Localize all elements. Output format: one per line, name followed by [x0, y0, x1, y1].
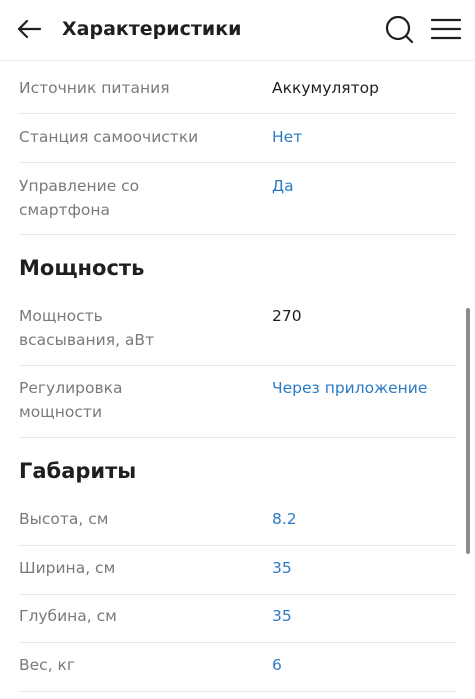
spec-row-depth: Глубина, см 35: [19, 595, 456, 643]
spec-value-link[interactable]: Через приложение: [272, 376, 456, 400]
specs-list[interactable]: Источник питания Аккумулятор Станция сам…: [0, 61, 475, 699]
spec-label: Источник питания: [19, 79, 170, 97]
page-title: Характеристики: [62, 18, 242, 40]
back-button[interactable]: [14, 14, 44, 44]
menu-button[interactable]: [430, 14, 462, 44]
spec-value-link[interactable]: Да: [272, 174, 456, 198]
spec-row-width: Ширина, см 35: [19, 546, 456, 595]
spec-label: Вес, кг: [19, 656, 76, 674]
spec-label: Управление со смартфона: [19, 177, 140, 219]
spec-value-link[interactable]: 35: [272, 556, 456, 580]
top-bar: Характеристики: [0, 0, 475, 61]
spec-row-weight: Вес, кг 6: [19, 643, 456, 692]
spec-label: Глубина, см: [19, 607, 117, 625]
arrow-left-icon: [17, 19, 42, 39]
spec-value-link[interactable]: Нет: [272, 125, 456, 149]
spec-value-link[interactable]: 8.2: [272, 507, 456, 531]
spec-label: Регулировка мощности: [19, 379, 123, 421]
spec-value-link[interactable]: 35: [272, 604, 456, 628]
spec-label: Станция самоочистки: [19, 128, 199, 146]
spec-value: Аккумулятор: [272, 79, 379, 97]
spec-label: Мощность всасывания, аВт: [19, 307, 155, 349]
spec-label: Высота, см: [19, 510, 109, 528]
section-title-dimensions: Габариты: [19, 459, 137, 483]
search-icon: [385, 15, 414, 44]
spec-row-suction-power: Мощность всасывания, аВт 270: [19, 295, 456, 366]
spec-row-power-source: Источник питания Аккумулятор: [19, 61, 456, 114]
menu-icon: [431, 18, 461, 40]
section-title-power: Мощность: [19, 256, 145, 280]
spec-row-height: Высота, см 8.2: [19, 497, 456, 546]
spec-value-link[interactable]: 6: [272, 653, 456, 677]
spec-row-smartphone-control: Управление со смартфона Да: [19, 163, 456, 235]
spec-row-power-regulation: Регулировка мощности Через приложение: [19, 366, 456, 438]
search-button[interactable]: [384, 14, 414, 44]
spec-value: 270: [272, 307, 302, 325]
spec-row-self-cleaning: Станция самоочистки Нет: [19, 114, 456, 163]
spec-label: Ширина, см: [19, 559, 116, 577]
scrollbar-thumb[interactable]: [466, 308, 470, 554]
